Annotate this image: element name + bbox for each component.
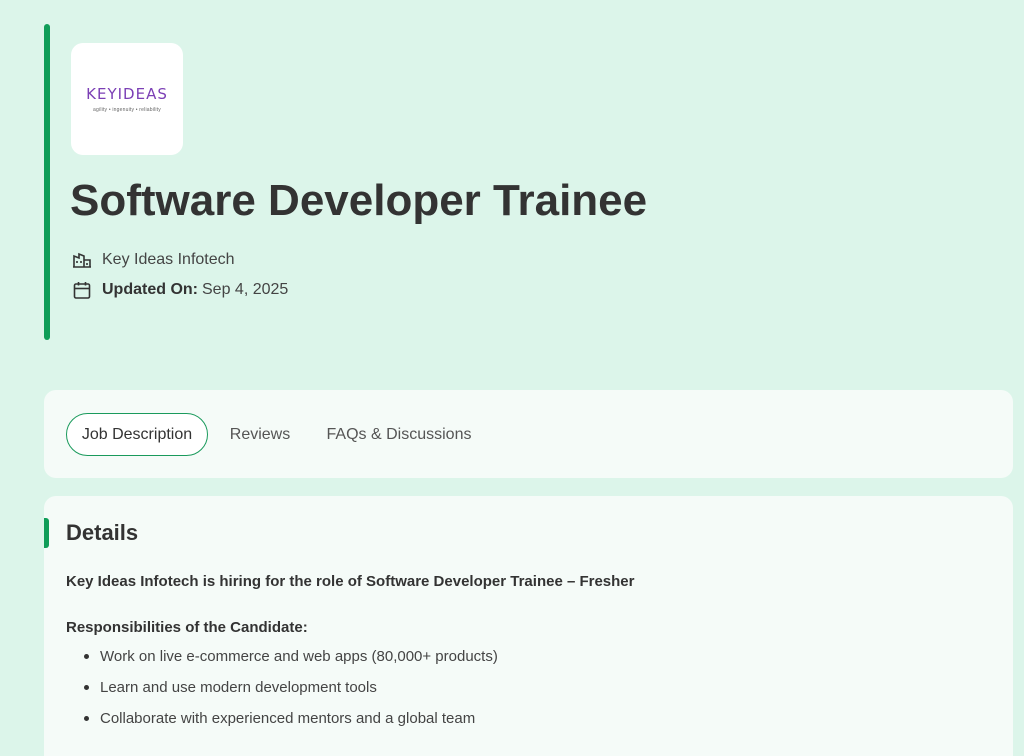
updated-row: Updated On: Sep 4, 2025 [72,280,288,300]
responsibilities-list: Work on live e-commerce and web apps (80… [84,648,498,741]
logo-wordmark: KEYIDEAS [86,85,168,103]
tab-job-description[interactable]: Job Description [66,413,208,456]
company-row: Key Ideas Infotech [72,250,235,270]
accent-bar [44,24,50,340]
updated-date: Sep 4, 2025 [202,281,289,298]
company-name: Key Ideas Infotech [102,251,235,268]
logo-tagline: agility • ingenuity • reliability [93,107,161,113]
company-building-icon [72,250,92,270]
company-logo: KEYIDEAS agility • ingenuity • reliabili… [71,43,183,155]
details-intro: Key Ideas Infotech is hiring for the rol… [66,573,635,590]
list-item: Work on live e-commerce and web apps (80… [84,648,498,679]
details-heading: Details [66,520,139,545]
tab-faqs-discussions[interactable]: FAQs & Discussions [324,413,474,456]
job-header: KEYIDEAS agility • ingenuity • reliabili… [44,24,1004,340]
tab-reviews[interactable]: Reviews [226,413,294,456]
list-item: Collaborate with experienced mentors and… [84,710,498,741]
tab-bar: Job Description Reviews FAQs & Discussio… [44,390,1013,478]
section-accent-bar [44,518,49,548]
list-item: Learn and use modern development tools [84,679,498,710]
job-title: Software Developer Trainee [70,176,648,225]
updated-label: Updated On: [102,281,198,298]
responsibilities-heading: Responsibilities of the Candidate: [66,619,308,636]
calendar-icon [72,280,92,300]
details-section: Details Key Ideas Infotech is hiring for… [44,496,1013,756]
